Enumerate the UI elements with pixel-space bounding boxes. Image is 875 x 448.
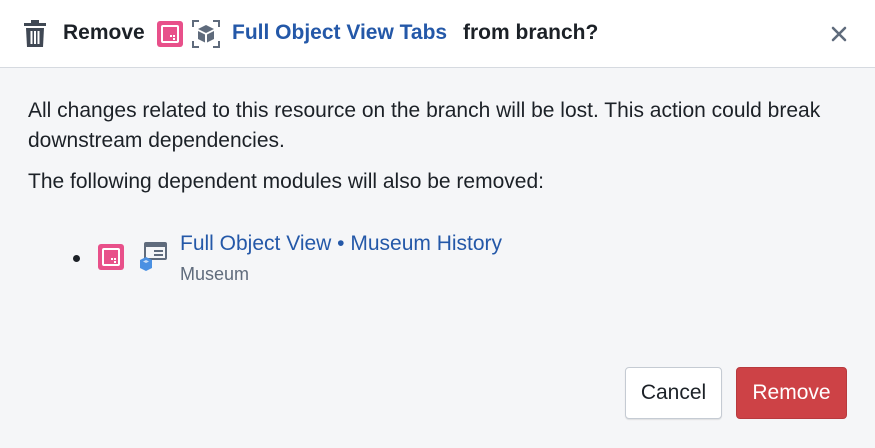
bullet (73, 255, 80, 262)
resource-name-link[interactable]: Full Object View Tabs (232, 21, 447, 45)
close-icon[interactable] (830, 25, 848, 43)
trash-icon (24, 20, 46, 47)
dialog-header: Remove Full Object View Tabs from branch… (0, 0, 875, 68)
dependents-intro: The following dependent modules will als… (28, 170, 544, 193)
pink-module-icon (157, 21, 183, 47)
object-view-icon (140, 242, 167, 271)
remove-button[interactable]: Remove (736, 367, 847, 419)
cancel-button[interactable]: Cancel (625, 367, 722, 419)
pink-module-icon (98, 244, 124, 270)
object-cube-icon (192, 20, 220, 48)
dependent-module-subtitle: Museum (180, 264, 250, 284)
remove-from-branch-dialog: Remove Full Object View Tabs from branch… (0, 0, 875, 448)
dialog-title-suffix: from branch? (463, 21, 599, 44)
dialog-title-prefix: Remove (63, 21, 145, 44)
warning-text: All changes related to this resource on … (28, 99, 821, 152)
dependent-module-link[interactable]: Full Object View • Museum History (180, 231, 502, 257)
